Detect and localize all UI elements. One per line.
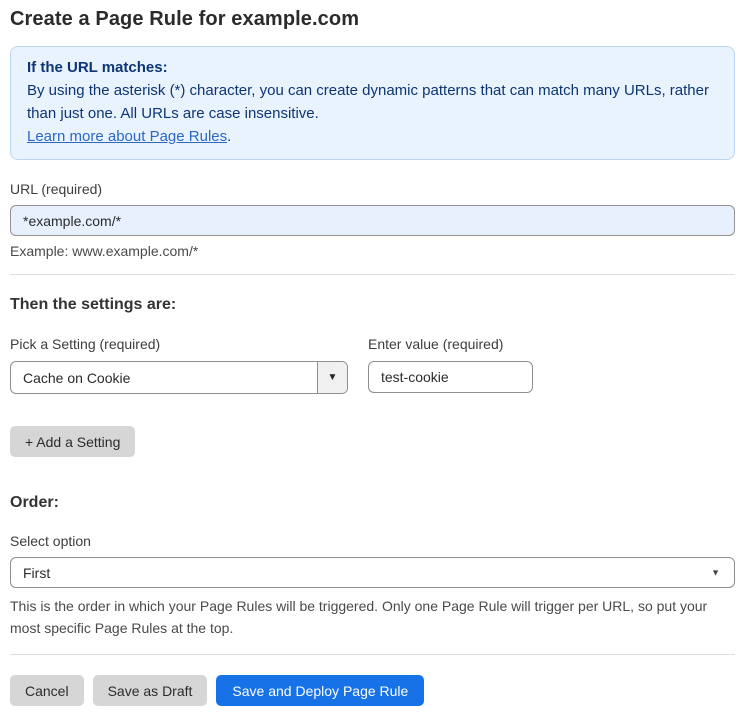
order-heading: Order: (10, 494, 59, 511)
order-select-value: First (23, 564, 51, 581)
chevron-down-icon: ▼ (711, 567, 720, 577)
order-select-label: Select option (10, 533, 91, 549)
url-label: URL (required) (10, 181, 103, 197)
page-rule-form: Create a Page Rule for example.com If th… (0, 0, 750, 726)
settings-heading: Then the settings are: (10, 296, 177, 313)
save-draft-button[interactable]: Save as Draft (92, 675, 208, 706)
add-setting-button[interactable]: + Add a Setting (10, 426, 136, 457)
chevron-down-icon: ▼ (327, 371, 338, 383)
footer-actions: Cancel Save as Draft Save and Deploy Pag… (10, 675, 735, 706)
info-box-body: By using the asterisk (*) character, you… (27, 82, 709, 122)
order-description: This is the order in which your Page Rul… (10, 598, 708, 636)
save-deploy-button[interactable]: Save and Deploy Page Rule (216, 675, 425, 706)
setting-value-input[interactable] (368, 361, 533, 393)
setting-value-label: Enter value (required) (368, 336, 504, 352)
setting-picker-label: Pick a Setting (required) (10, 336, 161, 352)
info-box-link-line: Learn more about Page Rules. (27, 125, 718, 148)
setting-dropdown-value: Cache on Cookie (23, 369, 131, 386)
url-example-hint: Example: www.example.com/* (10, 243, 199, 259)
section-divider (10, 274, 735, 275)
order-select[interactable]: First ▼ (10, 557, 735, 588)
learn-more-link[interactable]: Learn more about Page Rules (27, 128, 227, 145)
settings-row: Pick a Setting (required) Cache on Cooki… (10, 336, 735, 394)
footer-divider (10, 654, 735, 655)
setting-dropdown-arrow-button[interactable]: ▼ (317, 362, 347, 393)
page-title: Create a Page Rule for example.com (10, 8, 360, 30)
setting-picker-column: Pick a Setting (required) Cache on Cooki… (10, 336, 348, 394)
link-period: . (227, 128, 232, 145)
info-box-heading: If the URL matches: (27, 59, 168, 76)
setting-dropdown[interactable]: Cache on Cookie ▼ (10, 361, 348, 394)
url-match-info-box: If the URL matches: By using the asteris… (10, 46, 735, 160)
setting-value-column: Enter value (required) (368, 336, 533, 394)
cancel-button[interactable]: Cancel (10, 675, 84, 706)
url-input[interactable] (10, 205, 735, 236)
